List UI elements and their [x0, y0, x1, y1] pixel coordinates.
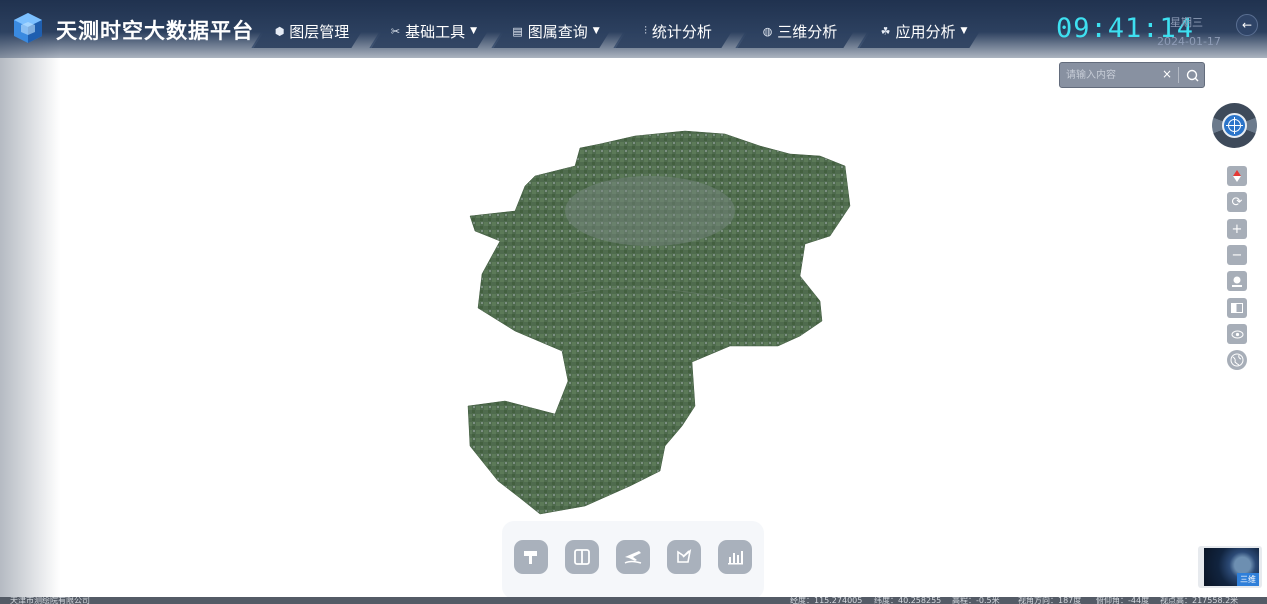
earth-thumbnail: 三维: [1204, 548, 1259, 586]
divider: [1178, 67, 1179, 83]
north-arrow-icon: [1233, 170, 1241, 182]
caret-down-icon: ▼: [960, 26, 968, 36]
chart-icon: [728, 551, 743, 565]
nav-attribute-query[interactable]: ▤ 图属查询 ▼: [502, 14, 610, 48]
terrain-map[interactable]: [460, 126, 860, 518]
measure-button[interactable]: [514, 540, 548, 574]
clear-icon[interactable]: ×: [1162, 67, 1172, 81]
split-screen-button[interactable]: [1227, 298, 1247, 318]
latitude-readout: 纬度：40.258255: [874, 597, 942, 604]
location-button[interactable]: [1227, 271, 1247, 291]
location-icon: [1232, 276, 1242, 287]
tools-icon: ✂: [390, 24, 401, 38]
search-box: ×: [1059, 62, 1205, 88]
globe-icon: [1230, 353, 1244, 367]
draw-icon: [677, 548, 692, 563]
status-bar: 天津市测绘院有限公司 经度：115.274005 纬度：40.258255 高程…: [0, 597, 1267, 604]
nav-label: 基础工具: [405, 22, 466, 41]
3d-analysis-icon: ◍: [762, 24, 773, 38]
nav-layer-management[interactable]: ⬢ 图层管理: [262, 14, 362, 48]
nav-statistics[interactable]: ⫶ 统计分析: [624, 14, 732, 48]
north-arrow-button[interactable]: [1227, 166, 1247, 186]
zoom-in-icon: +: [1231, 221, 1243, 237]
flight-icon: [624, 551, 642, 564]
date: 2024-01-17: [1157, 35, 1221, 48]
compare-button[interactable]: [565, 540, 599, 574]
refresh-icon: ⟳: [1231, 194, 1243, 210]
mode-label: 三维: [1237, 573, 1259, 586]
mini-globe-switch[interactable]: 三维: [1198, 546, 1262, 588]
statistics-icon: ⫶: [644, 24, 647, 37]
weekday: 星期三: [1170, 16, 1203, 29]
visibility-button[interactable]: [1227, 324, 1247, 344]
layers-icon: ⬢: [274, 24, 285, 38]
nav-application-analysis[interactable]: ☘ 应用分析 ▼: [868, 14, 980, 48]
nav-label: 图属查询: [527, 22, 588, 41]
camera-height-readout: 视点高：217558.2米: [1160, 597, 1239, 604]
compass-control[interactable]: [1212, 103, 1257, 148]
caret-down-icon: ▼: [592, 26, 600, 36]
zoom-out-button[interactable]: −: [1227, 245, 1247, 265]
left-edge-shade: [0, 0, 60, 604]
app-title: 天测时空大数据平台: [56, 19, 254, 43]
cube-logo-icon: [14, 13, 42, 43]
elevation-readout: 高程：-0.5米: [952, 597, 1000, 604]
visibility-icon: [1231, 330, 1243, 338]
split-screen-icon: [1231, 303, 1243, 313]
nav-label: 三维分析: [777, 22, 838, 41]
search-icon[interactable]: [1184, 67, 1202, 85]
arrow-left-icon: ←: [1241, 18, 1253, 32]
compare-icon: [574, 549, 590, 565]
pitch-readout: 俯仰角：-44度: [1096, 597, 1150, 604]
bottom-toolbar: [502, 521, 764, 599]
back-button[interactable]: ←: [1236, 14, 1258, 36]
measure-icon: [524, 551, 537, 564]
globe-button[interactable]: [1227, 350, 1247, 370]
zoom-in-button[interactable]: +: [1227, 219, 1247, 239]
chart-button[interactable]: [718, 540, 752, 574]
query-icon: ▤: [512, 24, 523, 38]
crosshair-icon: [1226, 117, 1243, 134]
refresh-button[interactable]: ⟳: [1227, 192, 1247, 212]
flight-button[interactable]: [616, 540, 650, 574]
company-name: 天津市测绘院有限公司: [10, 597, 90, 604]
nav-label: 应用分析: [895, 22, 956, 41]
nav-label: 统计分析: [651, 22, 712, 41]
nav-3d-analysis[interactable]: ◍ 三维分析: [746, 14, 854, 48]
longitude-readout: 经度：115.274005: [790, 597, 863, 604]
search-input[interactable]: [1066, 66, 1158, 84]
application-icon: ☘: [880, 24, 891, 38]
top-header: 天测时空大数据平台 ⬢ 图层管理 ✂ 基础工具 ▼ ▤ 图属查询 ▼ ⫶ 统计分…: [0, 0, 1267, 58]
zoom-out-icon: −: [1231, 247, 1243, 263]
nav-label: 图层管理: [289, 22, 350, 41]
heading-readout: 视角方向：187度: [1018, 597, 1082, 604]
draw-button[interactable]: [667, 540, 701, 574]
compass-center-icon[interactable]: [1222, 113, 1247, 138]
nav-basic-tools[interactable]: ✂ 基础工具 ▼: [380, 14, 488, 48]
caret-down-icon: ▼: [470, 26, 478, 36]
